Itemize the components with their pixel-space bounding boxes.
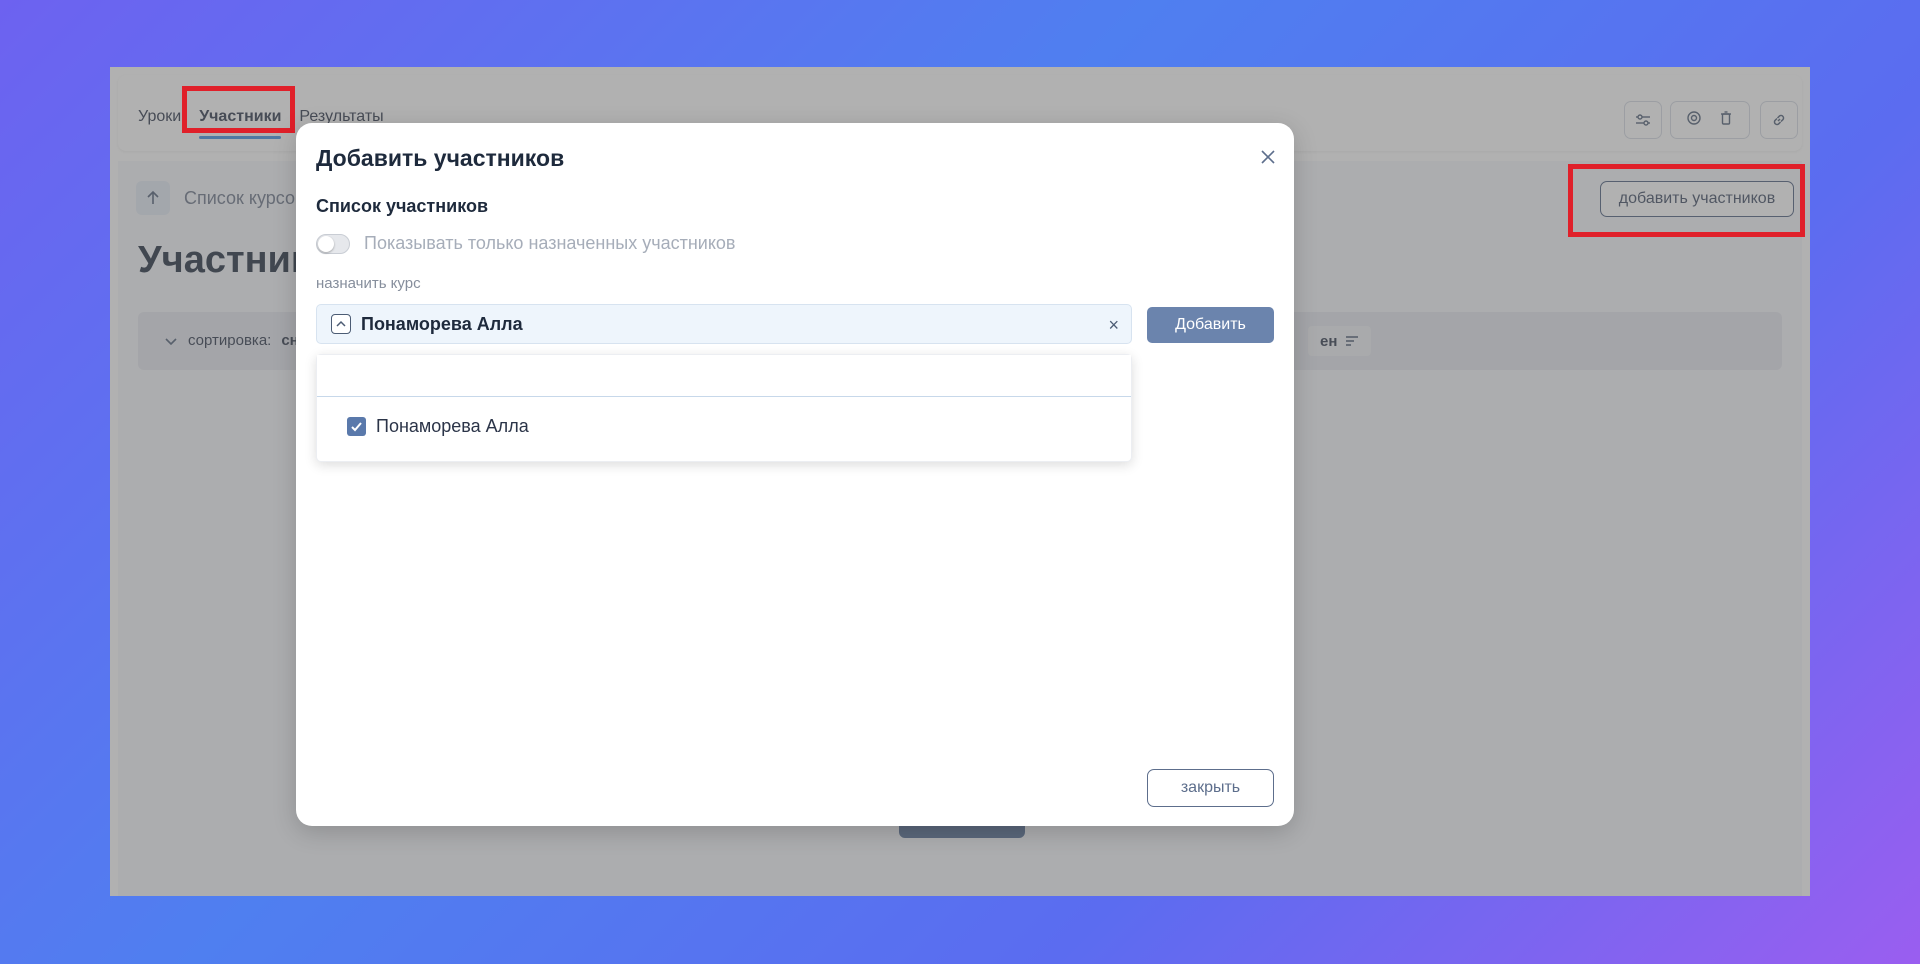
participant-option-label: Понаморева Алла [376, 416, 529, 436]
assigned-only-toggle[interactable] [316, 233, 350, 254]
modal-close-button[interactable] [1256, 145, 1280, 169]
assigned-only-label: Показывать только назначенных участников [364, 233, 736, 253]
chevron-up-icon [336, 320, 346, 327]
participant-checkbox[interactable] [347, 417, 366, 436]
selected-participant: Понаморева Алла [361, 313, 523, 334]
participant-search-input[interactable] [317, 355, 1131, 397]
assigned-only-toggle-row: Показывать только назначенных участников [316, 233, 736, 254]
participants-list-label: Список участников [316, 196, 489, 216]
select-toggle[interactable] [331, 314, 351, 334]
checkmark-icon [351, 422, 362, 432]
app-frame: Уроки Участники Результаты Список курсов [110, 67, 1810, 896]
close-modal-button[interactable]: закрыть [1147, 769, 1274, 807]
toggle-knob [318, 235, 334, 252]
add-participant-button[interactable]: Добавить [1147, 307, 1274, 343]
participant-select[interactable]: Понаморева Алла × [316, 304, 1132, 344]
close-icon [1261, 150, 1275, 164]
modal-title: Добавить участников [316, 145, 565, 171]
assign-course-label: назначить курс [316, 275, 421, 292]
participant-option[interactable]: Понаморева Алла [347, 416, 529, 437]
clear-selection-button[interactable]: × [1108, 315, 1119, 336]
participant-dropdown: Понаморева Алла [316, 354, 1132, 462]
add-participants-modal: Добавить участников Список участников По… [296, 123, 1294, 826]
